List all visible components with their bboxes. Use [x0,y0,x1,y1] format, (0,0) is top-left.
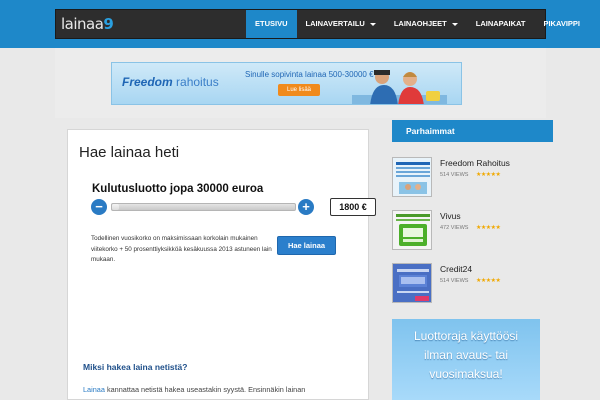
nav-item-label: LAINAOHJEET [393,19,447,28]
rating-stars: ★★★★★ [476,225,501,231]
nav-item-label: LAINAPAIKAT [475,19,526,28]
ad-line-2: ilman avaus- tai [423,348,509,362]
sidebar-item-vivus[interactable]: Vivus 472 VIEWS ★★★★★ [392,210,553,255]
why-paragraph: Lainaa kannattaa netistä hakea useastaki… [83,385,363,394]
apply-loan-button[interactable]: Hae lainaa [277,236,336,255]
why-text: kannattaa netistä hakea useastakin syyst… [104,385,306,394]
nav-item-label: PIKAVIPPI [543,19,581,28]
why-heading: Miksi hakea laina netistä? [83,362,188,372]
page-title: Hae lainaa heti [79,144,180,161]
loan-calculator-panel: Hae lainaa heti Kulutusluotto jopa 30000… [67,129,376,400]
sidebar-item-name[interactable]: Freedom Rahoitus [440,158,510,168]
amount-display: 1800 € [330,198,376,216]
nav-item-label: LAINAVERTAILU [305,19,365,28]
ad-line-3: vuosimaksua! [429,367,503,381]
rating-stars: ★★★★★ [476,278,501,284]
views-count: 472 VIEWS [440,225,469,231]
freedom-thumbnail-image [393,158,431,196]
nav-item-label: ETUSIVU [255,19,288,28]
rating-stars: ★★★★★ [476,172,501,178]
views-count: 514 VIEWS [440,172,469,178]
increase-amount-button[interactable]: + [298,199,314,215]
sidebar-item-name[interactable]: Credit24 [440,264,472,274]
caret-down-icon [369,22,376,26]
views-count: 514 VIEWS [440,278,469,284]
credit-line-ad[interactable]: Luottoraja käyttöösi ilman avaus- tai vu… [392,319,540,400]
calculator-title: Kulutusluotto jopa 30000 euroa [92,183,264,195]
credit24-thumbnail-image [393,264,431,302]
decrease-amount-button[interactable]: − [91,199,107,215]
slider-fill [112,204,120,210]
logo-text: lainaa [61,15,104,33]
logo-number: 9 [103,15,114,33]
banner-read-more-button[interactable]: Lue lisää [278,84,320,96]
freedom-ad-banner[interactable]: Freedom rahoitus Sinulle sopivinta laina… [111,62,462,105]
ad-line-1: Luottoraja käyttöösi [413,329,519,343]
sidebar-item-freedom[interactable]: Freedom Rahoitus 514 VIEWS ★★★★★ [392,157,553,202]
nav-item-lainaohjeet[interactable]: LAINAOHJEET [385,10,467,38]
banner-brand: Freedom rahoitus [122,75,219,89]
sidebar-item-name[interactable]: Vivus [440,211,461,221]
vivus-thumbnail[interactable] [392,210,432,250]
nav-item-etusivu[interactable]: ETUSIVU [246,10,297,38]
caret-down-icon [451,22,458,26]
navbar: lainaa 9 ETUSIVU LAINAVERTAILU LAINAOHJE… [55,9,580,39]
interest-disclaimer: Todellinen vuosikorko on maksimissaan ko… [91,235,272,263]
banner-area: Freedom rahoitus Sinulle sopivinta laina… [55,48,546,118]
credit24-thumbnail[interactable] [392,263,432,303]
vivus-thumbnail-image [393,211,431,249]
nav-item-pikavippi[interactable]: PIKAVIPPI [534,10,589,38]
lainaa-link[interactable]: Lainaa [83,385,105,394]
sidebar-heading: Parhaimmat [392,120,553,142]
sidebar-item-credit24[interactable]: Credit24 514 VIEWS ★★★★★ [392,263,553,308]
nav-item-lainapaikat[interactable]: LAINAPAIKAT [467,10,535,38]
banner-people-image [352,70,447,104]
banner-brand-sub: rahoitus [172,75,219,89]
site-logo[interactable]: lainaa 9 [61,15,114,35]
main-nav: ETUSIVU LAINAVERTAILU LAINAOHJEET LAINAP… [246,10,589,38]
amount-slider[interactable] [111,203,296,211]
banner-brand-main: Freedom [122,75,173,89]
freedom-thumbnail[interactable] [392,157,432,197]
nav-item-lainavertailu[interactable]: LAINAVERTAILU [297,10,385,38]
